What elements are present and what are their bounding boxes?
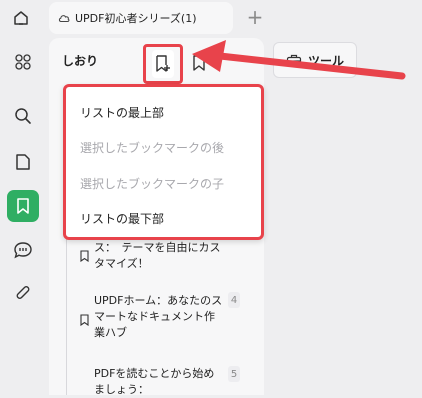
search-icon	[15, 108, 31, 124]
menu-item-bottom-of-list[interactable]: リストの最下部	[80, 210, 164, 227]
bookmark-item-icon	[80, 250, 89, 262]
menu-item-after-selected: 選択したブックマークの後	[80, 141, 225, 155]
tab-title: UPDF初心者シリーズ(1)	[75, 12, 197, 25]
annotation-arrow	[192, 40, 406, 80]
bookmark-icon	[17, 198, 29, 214]
paperclip-icon	[16, 286, 30, 299]
bookmark-item-icon	[80, 314, 89, 326]
comment-icon	[14, 242, 32, 259]
add-bookmark-menu: リストの最上部 選択したブックマークの後 選択したブックマークの子 リストの最下…	[63, 84, 264, 240]
add-bookmark-button-face	[152, 50, 174, 78]
panel-title: しおり	[62, 54, 99, 68]
new-tab-button[interactable]: +	[243, 5, 267, 29]
page-number-badge: 5	[228, 366, 240, 382]
pages-button[interactable]	[7, 146, 39, 178]
add-bookmark-icon	[156, 55, 170, 72]
comments-button[interactable]	[7, 234, 39, 266]
page-number-badge: 4	[228, 292, 240, 308]
list-item[interactable]: ス： テーマを自由にカスタマイズ！	[94, 240, 224, 272]
search-button[interactable]	[7, 100, 39, 132]
menu-item-top-of-list[interactable]: リストの最上部	[80, 104, 164, 121]
home-icon	[14, 11, 28, 25]
page-icon	[16, 154, 30, 170]
attachments-button[interactable]	[7, 278, 39, 310]
home-button[interactable]	[7, 4, 35, 32]
cloud-icon	[58, 15, 70, 22]
menu-item-child-of-selected: 選択したブックマークの子	[80, 177, 225, 191]
apps-grid-icon	[15, 54, 31, 70]
list-item[interactable]: PDFを読むことから始めましょう：	[94, 366, 224, 398]
document-tab[interactable]: UPDF初心者シリーズ(1)	[49, 2, 233, 34]
list-item[interactable]: UPDFホーム：あなたのスマートなドキュメント作業ハブ	[94, 293, 224, 341]
apps-button[interactable]	[7, 46, 39, 78]
bookmarks-button[interactable]	[7, 190, 39, 222]
tree-guide-line	[66, 236, 67, 395]
add-bookmark-button[interactable]	[143, 44, 183, 84]
left-icon-rail	[0, 38, 48, 395]
